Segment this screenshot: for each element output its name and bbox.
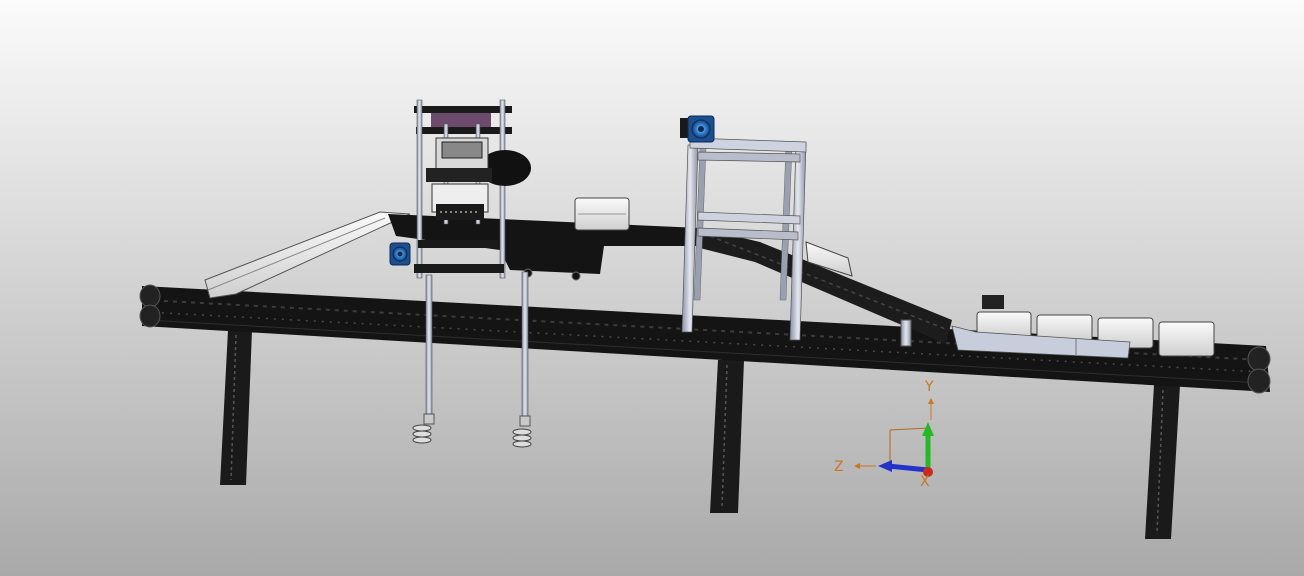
stacker-motor[interactable] (389, 242, 411, 266)
sensor-block (982, 295, 1004, 309)
cad-3d-viewport[interactable]: Y Z X (0, 0, 1304, 576)
box-line-4[interactable] (1158, 321, 1215, 357)
box-upper[interactable] (574, 197, 630, 231)
y-axis-label: Y (924, 379, 934, 395)
x-axis-label: X (920, 474, 930, 490)
support-pole-left (425, 274, 433, 416)
z-axis-label: Z (834, 459, 844, 475)
model-canvas[interactable]: Y Z X (0, 0, 1304, 576)
viewport-background (0, 0, 1304, 576)
support-pole-right (521, 271, 529, 418)
